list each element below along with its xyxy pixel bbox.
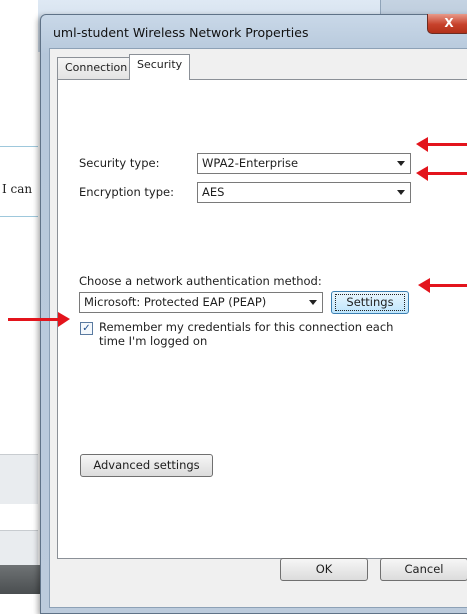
remember-credentials-label-line1: Remember my credentials for this connect… — [99, 320, 394, 334]
ok-button[interactable]: OK — [280, 558, 368, 581]
red-arrow-annotation — [418, 278, 467, 293]
background-window-left — [0, 0, 38, 594]
properties-dialog: uml-student Wireless Network Properties … — [40, 14, 467, 614]
cancel-button[interactable]: Cancel — [380, 558, 467, 581]
auth-method-dropdown[interactable]: Microsoft: Protected EAP (PEAP) — [79, 292, 323, 313]
dropdown-arrow-icon — [397, 161, 405, 166]
dropdown-arrow-icon — [309, 300, 317, 305]
window-title: uml-student Wireless Network Properties — [53, 25, 309, 40]
remember-credentials-checkbox[interactable]: ✓ — [80, 322, 93, 335]
background-partial-text: I can — [2, 182, 33, 196]
red-arrow-annotation — [8, 312, 70, 327]
red-arrow-annotation — [416, 166, 467, 181]
tab-security[interactable]: Security — [129, 54, 191, 80]
settings-button[interactable]: Settings — [331, 291, 409, 314]
encryption-type-dropdown[interactable]: AES — [197, 182, 411, 203]
security-type-label: Security type: — [79, 156, 160, 170]
close-button[interactable]: X — [427, 14, 467, 34]
dropdown-arrow-icon — [397, 190, 405, 195]
advanced-settings-button[interactable]: Advanced settings — [80, 454, 213, 477]
red-arrow-annotation — [416, 137, 467, 152]
checkmark-icon: ✓ — [82, 323, 91, 334]
security-tab-panel: Security type: WPA2-Enterprise Encryptio… — [57, 79, 467, 559]
dialog-client-area: Connection Security Security type: WPA2-… — [49, 48, 467, 608]
remember-credentials-label-line2: time I'm logged on — [99, 334, 208, 348]
auth-method-label: Choose a network authentication method: — [79, 274, 322, 288]
tab-connection[interactable]: Connection — [57, 57, 136, 79]
encryption-type-label: Encryption type: — [79, 185, 174, 199]
security-type-dropdown[interactable]: WPA2-Enterprise — [197, 153, 411, 174]
close-icon: X — [444, 16, 454, 30]
